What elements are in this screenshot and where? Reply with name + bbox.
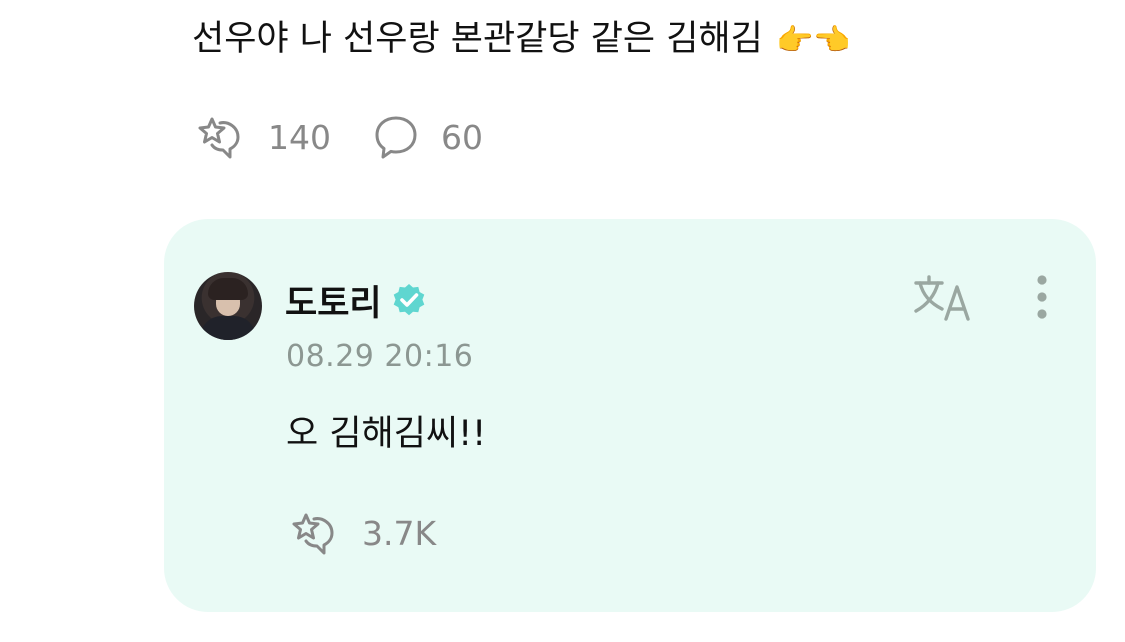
more-options-button[interactable] <box>1024 273 1060 325</box>
post-like-button[interactable]: 140 <box>192 113 331 161</box>
post-text: 선우야 나 선우랑 본관같당 같은 김해김 👉👈 <box>192 14 851 66</box>
post-like-count: 140 <box>268 117 331 157</box>
star-bubble-icon <box>198 117 240 159</box>
translate-button[interactable] <box>912 273 976 323</box>
reply-text: 오 김해김씨!! <box>286 414 487 454</box>
pointing-fingers-emoji: 👉👈 <box>775 23 851 58</box>
reply-like-button[interactable]: 3.7K <box>286 509 436 557</box>
reply-like-count: 3.7K <box>362 513 437 553</box>
avatar-hair <box>208 278 248 300</box>
reply-author[interactable]: 도토리 <box>285 275 428 326</box>
more-vertical-icon <box>1037 275 1047 319</box>
avatar[interactable] <box>194 272 262 340</box>
translate-icon <box>914 275 970 321</box>
speech-bubble-icon <box>375 116 417 159</box>
reply-timestamp: 08.29 20:16 <box>286 339 474 374</box>
star-bubble-icon <box>292 513 334 555</box>
avatar-suit <box>200 316 256 340</box>
post-comment-count: 60 <box>441 117 483 157</box>
author-name: 도토리 <box>285 284 382 324</box>
reply-card: 도토리 08.29 20:16 오 김해김씨!! 3.7K <box>164 219 1096 612</box>
post-text-content: 선우야 나 선우랑 본관같당 같은 김해김 <box>192 19 763 59</box>
post-comment-button[interactable]: 60 <box>373 113 483 161</box>
verified-badge-icon <box>393 283 424 315</box>
